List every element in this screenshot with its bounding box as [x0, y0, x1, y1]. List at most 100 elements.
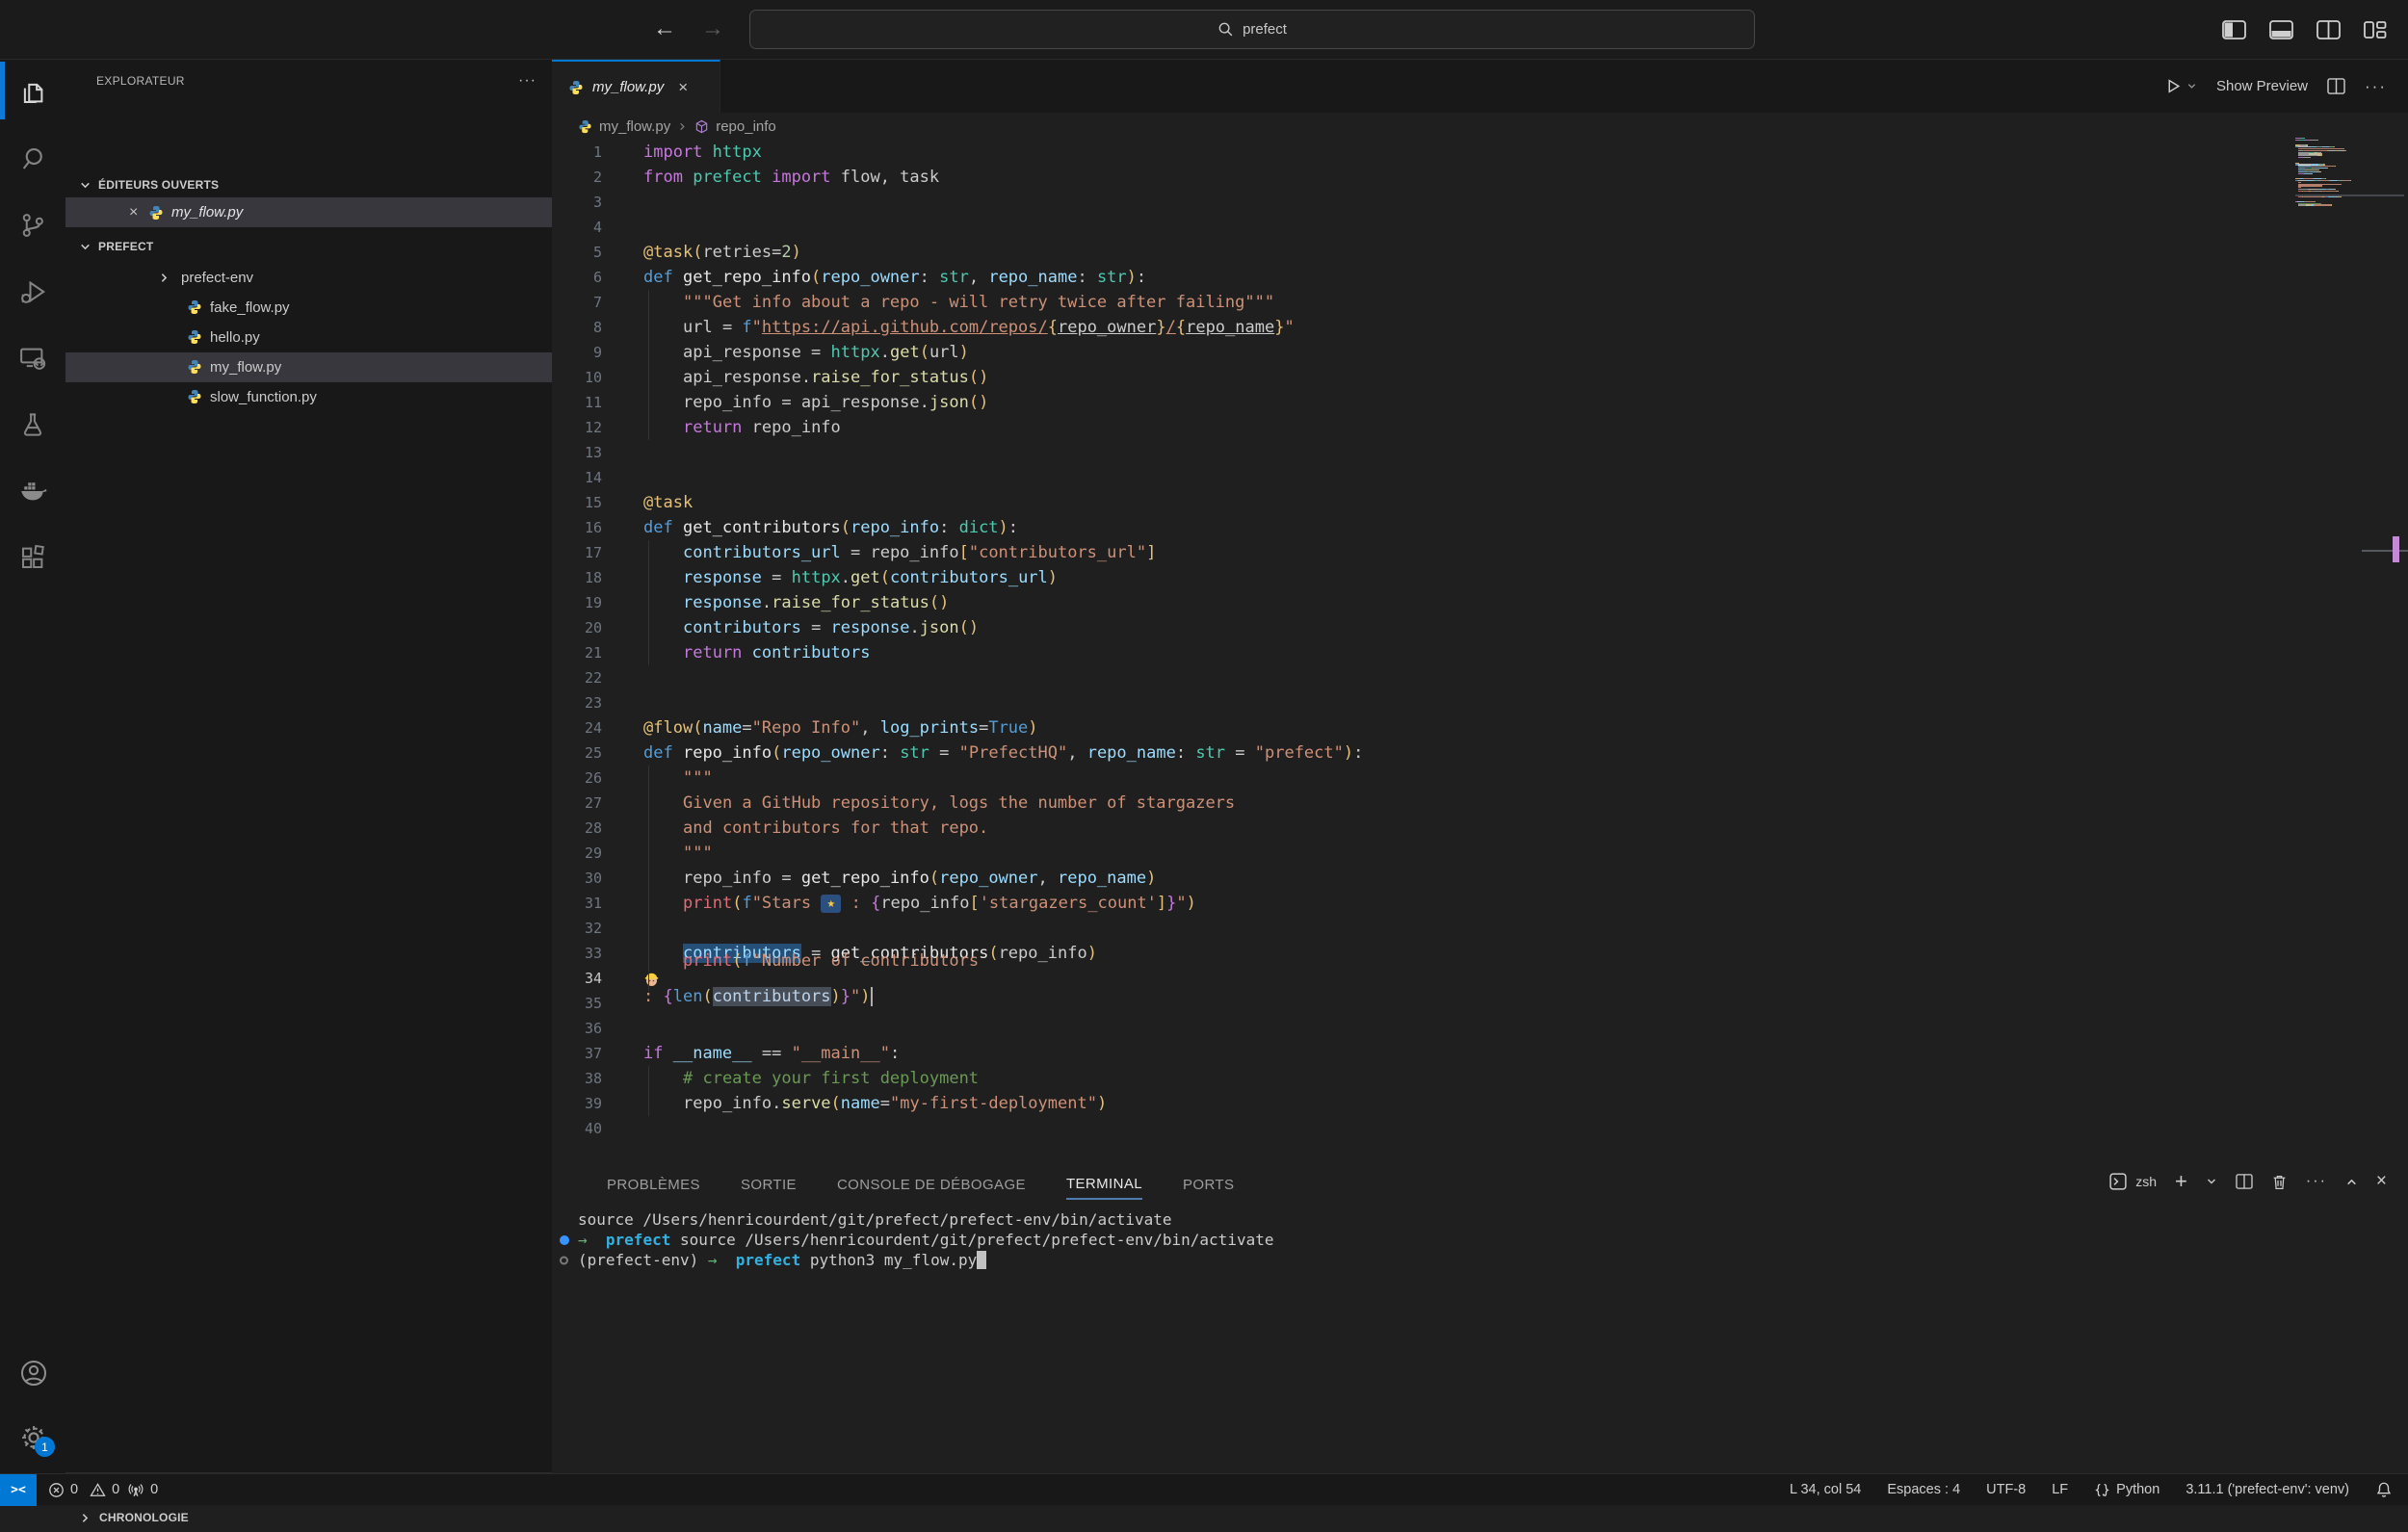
run-python-file-button[interactable] [2165, 78, 2197, 94]
extensions-icon[interactable] [18, 543, 47, 572]
code-line[interactable]: 24@flow(name="Repo Info", log_prints=Tru… [552, 715, 2408, 740]
settings-gear-icon[interactable]: 1 [18, 1422, 47, 1451]
breadcrumb-symbol[interactable]: repo_info [716, 118, 776, 135]
remote-indicator[interactable]: >< [0, 1474, 37, 1506]
terminal-profile-zsh[interactable]: zsh [2109, 1173, 2157, 1190]
code-line[interactable]: 32 [552, 916, 2408, 941]
code-line[interactable]: 2from prefect import flow, task [552, 165, 2408, 190]
code-line[interactable]: 30repo_info = get_repo_info(repo_owner, … [552, 866, 2408, 891]
code-line[interactable]: 19response.raise_for_status() [552, 590, 2408, 615]
code-line[interactable]: 8url = f"https://api.github.com/repos/{r… [552, 315, 2408, 340]
code-line[interactable]: 20contributors = response.json() [552, 615, 2408, 640]
source-control-icon[interactable] [18, 211, 47, 240]
search-view-icon[interactable] [18, 144, 47, 173]
show-preview-button[interactable]: Show Preview [2216, 78, 2308, 94]
code-line[interactable]: 22 [552, 665, 2408, 690]
code-line[interactable]: 25def repo_info(repo_owner: str = "Prefe… [552, 740, 2408, 766]
minimap[interactable] [2295, 138, 2376, 208]
code-line[interactable]: 12return repo_info [552, 415, 2408, 440]
forwarded-ports-status[interactable]: 0 [127, 1482, 158, 1498]
problems-status[interactable]: 0 0 [48, 1482, 119, 1498]
open-editor-item[interactable]: × my_flow.py [65, 197, 552, 227]
timeline-section-header[interactable]: CHRONOLOGIE [65, 1502, 552, 1532]
panel-tab-terminal[interactable]: TERMINAL [1066, 1170, 1142, 1200]
file-item-slow_function-py[interactable]: slow_function.py [65, 382, 552, 412]
code-line[interactable]: 18response = httpx.get(contributors_url) [552, 565, 2408, 590]
editor-more-actions-icon[interactable]: ··· [2365, 77, 2387, 96]
code-line[interactable]: 16def get_contributors(repo_info: dict): [552, 515, 2408, 540]
indentation-status[interactable]: Espaces : 4 [1887, 1482, 1960, 1497]
cursor-position-status[interactable]: L 34, col 54 [1790, 1482, 1861, 1497]
toggle-panel-icon[interactable] [2269, 20, 2293, 39]
command-center-search[interactable]: prefect [749, 10, 1755, 49]
code-line[interactable]: 14 [552, 465, 2408, 490]
code-line[interactable]: 9api_response = httpx.get(url) [552, 340, 2408, 365]
panel-more-actions-icon[interactable]: ··· [2306, 1173, 2327, 1190]
toggle-secondary-sidebar-icon[interactable] [2316, 20, 2341, 39]
code-line[interactable]: 11repo_info = api_response.json() [552, 390, 2408, 415]
language-mode-status[interactable]: Python [2094, 1482, 2159, 1498]
docker-icon[interactable] [18, 477, 47, 506]
new-terminal-icon[interactable]: + [2175, 1173, 2187, 1190]
close-panel-icon[interactable]: × [2376, 1171, 2387, 1192]
code-line[interactable]: 31print(f"Stars ★ : {repo_info['stargaze… [552, 891, 2408, 916]
code-line[interactable]: 5@task(retries=2) [552, 240, 2408, 265]
code-line[interactable]: 35 [552, 991, 2408, 1016]
open-editors-section-header[interactable]: ÉDITEURS OUVERTS [65, 172, 552, 197]
code-line[interactable]: 39repo_info.serve(name="my-first-deploym… [552, 1091, 2408, 1116]
split-terminal-icon[interactable] [2236, 1174, 2253, 1189]
breadcrumb-file[interactable]: my_flow.py [599, 118, 670, 135]
panel-tab-probl-mes[interactable]: PROBLÈMES [607, 1171, 700, 1199]
tab-close-icon[interactable]: × [678, 78, 688, 97]
panel-tab-sortie[interactable]: SORTIE [741, 1171, 797, 1199]
notifications-bell[interactable] [2375, 1481, 2393, 1498]
explorer-more-actions-icon[interactable]: ··· [518, 72, 537, 90]
code-line[interactable]: 7"""Get info about a repo - will retry t… [552, 290, 2408, 315]
code-line[interactable]: 4 [552, 215, 2408, 240]
code-line[interactable]: 28and contributors for that repo. [552, 816, 2408, 841]
toggle-primary-sidebar-icon[interactable] [2222, 20, 2246, 39]
nav-back-button[interactable]: ← [653, 13, 676, 44]
code-line[interactable]: 10api_response.raise_for_status() [552, 365, 2408, 390]
code-line[interactable]: 21return contributors [552, 640, 2408, 665]
command-decoration-success[interactable] [560, 1235, 569, 1245]
code-line[interactable]: 1import httpx [552, 140, 2408, 165]
command-decoration-default[interactable] [560, 1256, 568, 1264]
tab-my-flow[interactable]: my_flow.py × [552, 60, 720, 113]
file-item-fake_flow-py[interactable]: fake_flow.py [65, 293, 552, 323]
folder-item-prefect-env[interactable]: prefect-env [65, 263, 552, 293]
encoding-status[interactable]: UTF-8 [1986, 1482, 2026, 1497]
python-interpreter-status[interactable]: 3.11.1 ('prefect-env': venv) [2186, 1482, 2349, 1497]
code-line[interactable]: 3 [552, 190, 2408, 215]
testing-icon[interactable] [18, 410, 47, 439]
code-line[interactable]: 40 [552, 1116, 2408, 1141]
explorer-icon[interactable] [18, 78, 47, 107]
maximize-panel-icon[interactable] [2345, 1176, 2358, 1188]
close-editor-icon[interactable]: × [129, 204, 138, 221]
code-line[interactable]: 29""" [552, 841, 2408, 866]
file-item-hello-py[interactable]: hello.py [65, 323, 552, 352]
code-line[interactable]: 15@task [552, 490, 2408, 515]
code-line[interactable]: 38# create your first deployment [552, 1066, 2408, 1091]
file-item-my_flow-py[interactable]: my_flow.py [65, 352, 552, 382]
code-line[interactable]: 26""" [552, 766, 2408, 791]
split-editor-icon[interactable] [2327, 78, 2345, 94]
panel-tab-ports[interactable]: PORTS [1183, 1171, 1234, 1199]
code-line[interactable]: 37if __name__ == "__main__": [552, 1041, 2408, 1066]
code-line[interactable]: 34print(f"Number of contributors : {len(… [552, 966, 2408, 991]
account-icon[interactable] [18, 1358, 47, 1387]
code-line[interactable]: 17contributors_url = repo_info["contribu… [552, 540, 2408, 565]
code-line[interactable]: 13 [552, 440, 2408, 465]
code-line[interactable]: 23 [552, 690, 2408, 715]
remote-explorer-icon[interactable] [18, 344, 47, 373]
panel-tab-console-de-d-bogage[interactable]: CONSOLE DE DÉBOGAGE [837, 1171, 1026, 1199]
customize-layout-icon[interactable] [2364, 20, 2387, 39]
code-editor[interactable]: 1import httpx2from prefect import flow, … [552, 140, 2408, 1163]
code-line[interactable]: 6def get_repo_info(repo_owner: str, repo… [552, 265, 2408, 290]
nav-forward-button[interactable]: → [701, 13, 724, 44]
terminal-dropdown-icon[interactable] [2206, 1176, 2217, 1187]
code-line[interactable]: 27Given a GitHub repository, logs the nu… [552, 791, 2408, 816]
terminal[interactable]: source /Users/henricourdent/git/prefect/… [552, 1209, 2408, 1270]
kill-terminal-icon[interactable] [2271, 1174, 2288, 1190]
code-line[interactable]: 36 [552, 1016, 2408, 1041]
